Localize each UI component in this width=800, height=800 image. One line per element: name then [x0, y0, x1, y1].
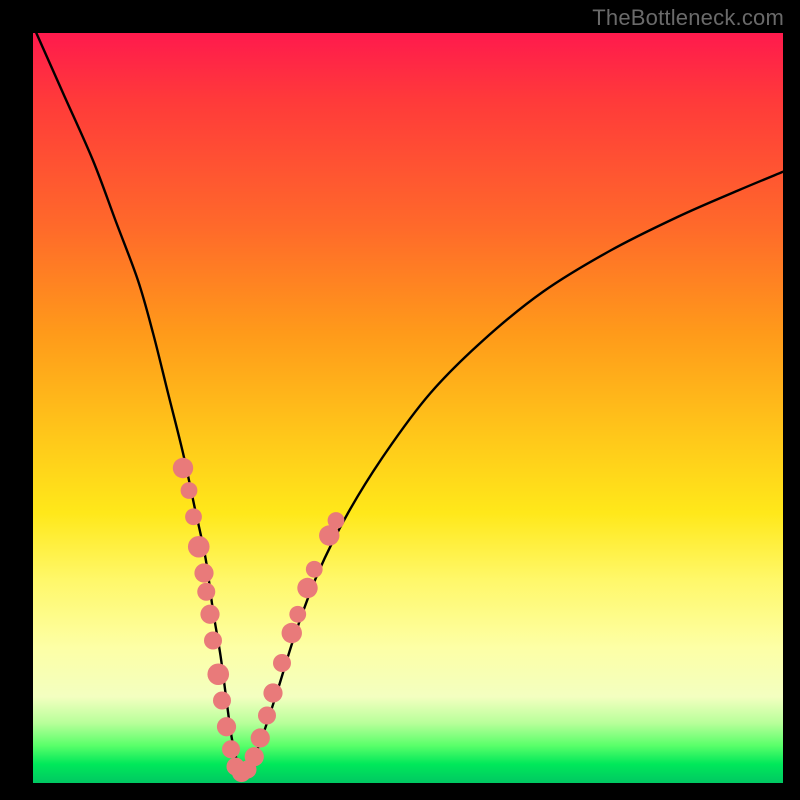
highlight-dot	[222, 740, 240, 758]
highlight-dot	[263, 683, 282, 702]
highlight-dot	[173, 458, 193, 478]
highlight-dot	[217, 717, 236, 736]
highlight-dot	[200, 605, 219, 624]
highlight-dot	[245, 747, 264, 766]
highlight-dot	[282, 623, 302, 643]
highlight-dot	[188, 536, 210, 558]
bottleneck-curve	[33, 33, 783, 772]
highlight-dot	[207, 663, 229, 685]
chart-frame: TheBottleneck.com	[0, 0, 800, 800]
highlight-dot	[297, 578, 317, 598]
watermark-text: TheBottleneck.com	[592, 5, 784, 31]
highlight-dot	[289, 606, 306, 623]
plot-area	[33, 33, 783, 783]
highlight-dot	[194, 563, 213, 582]
highlighted-points-group	[173, 458, 345, 782]
chart-svg	[33, 33, 783, 783]
highlight-dot	[306, 561, 323, 578]
highlight-dot	[251, 728, 270, 747]
highlight-dot	[273, 654, 291, 672]
highlight-dot	[258, 707, 276, 725]
highlight-dot	[328, 512, 345, 529]
highlight-dot	[181, 482, 198, 499]
highlight-dot	[204, 632, 222, 650]
highlight-dot	[213, 692, 231, 710]
highlight-dot	[197, 583, 215, 601]
highlight-dot	[185, 508, 202, 525]
